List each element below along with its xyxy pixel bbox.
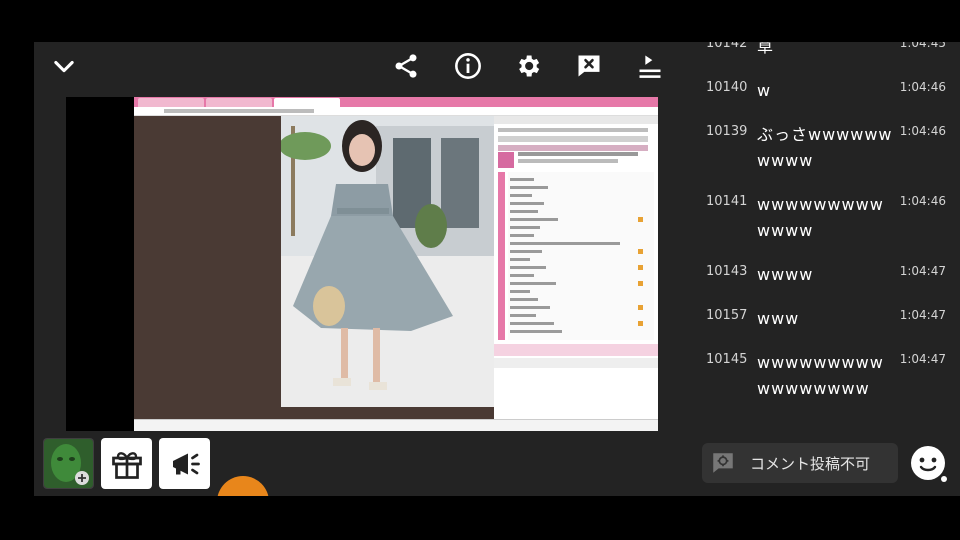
comment-text: wwww: [757, 265, 814, 284]
video-player: [34, 42, 698, 496]
info-button[interactable]: [452, 50, 484, 82]
report-button[interactable]: [573, 50, 605, 82]
fashion-photo: [281, 116, 494, 407]
orange-indicator: [217, 476, 269, 496]
comment-time: 1:04:47: [899, 352, 946, 366]
comment-number: 10157: [706, 308, 748, 323]
comment-time: 1:04:45: [899, 42, 946, 50]
comment-text: wwwwwwwwwwwwwwwww: [757, 353, 884, 398]
gift-icon: [111, 451, 142, 479]
comment-time: 1:04:47: [899, 308, 946, 322]
browser-tabbar: [134, 97, 658, 107]
comment-text: 草: [757, 42, 775, 56]
comment-text: ぶっさwwwwwwwwww: [757, 125, 893, 170]
user-avatar-button[interactable]: [43, 438, 94, 489]
comment-time: 1:04:46: [899, 124, 946, 138]
comment-text: www: [757, 309, 800, 328]
comment-number: 10143: [706, 264, 748, 279]
stream-video[interactable]: [66, 97, 658, 431]
comment-number: 10141: [706, 194, 748, 209]
browser-left-pane: [134, 116, 281, 419]
shared-screen: [134, 97, 658, 431]
comment-disabled-label: コメント投稿不可: [750, 454, 871, 473]
comment-item: 10145 wwwwwwwwwwwwwwwww 1:04:47: [706, 352, 952, 398]
settings-button[interactable]: [512, 50, 544, 82]
gear-icon: [519, 55, 540, 77]
chevron-down-icon: [54, 60, 74, 73]
comment-time: 1:04:46: [899, 80, 946, 94]
gift-button[interactable]: [101, 438, 152, 489]
comment-item: 10140 w 1:04:46: [706, 80, 952, 120]
comment-item: 10139 ぶっさwwwwwwwwww 1:04:46: [706, 124, 952, 170]
comment-list: 10142 草 1:04:45 10140 w 1:04:46 10139 ぶっさwwwwww…: [698, 42, 960, 496]
viewer-toolbar: [281, 407, 494, 419]
comment-input-disabled: コメント投稿不可: [702, 443, 898, 483]
playlist-button[interactable]: [634, 50, 666, 82]
comment-time: 1:04:46: [899, 194, 946, 208]
browser-address-bar: [134, 107, 658, 116]
comment-number: 10145: [706, 352, 748, 367]
cheer-button[interactable]: [159, 438, 210, 489]
megaphone-icon: [172, 453, 200, 474]
comment-item: 10143 wwww 1:04:47: [706, 264, 952, 304]
comment-text: w: [757, 81, 772, 100]
comment-viewer-window: [494, 116, 658, 419]
comment-time: 1:04:47: [899, 264, 946, 278]
comment-number: 10142: [706, 42, 748, 51]
info-icon: [455, 53, 481, 79]
comment-disabled-icon: [713, 453, 733, 473]
collapse-button[interactable]: [48, 50, 80, 82]
comment-item: 10141 wwwwwwwwwwwww 1:04:46: [706, 194, 952, 240]
playlist-icon: [639, 55, 661, 78]
smiley-icon: [911, 446, 947, 482]
comment-text: wwwwwwwwwwwww: [757, 195, 884, 240]
comment-item: 10157 www 1:04:47: [706, 308, 952, 348]
comment-item: 10142 草 1:04:45: [706, 42, 952, 76]
windows-taskbar: [134, 419, 658, 431]
comment-number: 10139: [706, 124, 748, 139]
comment-number: 10140: [706, 80, 748, 95]
app-frame: 10142 草 1:04:45 10140 w 1:04:46 10139 ぶっさwwwwww…: [0, 0, 960, 540]
share-button[interactable]: [390, 50, 422, 82]
share-icon: [395, 54, 417, 78]
avatar: [44, 439, 93, 488]
report-icon: [578, 55, 600, 77]
emoji-button[interactable]: [908, 443, 948, 483]
